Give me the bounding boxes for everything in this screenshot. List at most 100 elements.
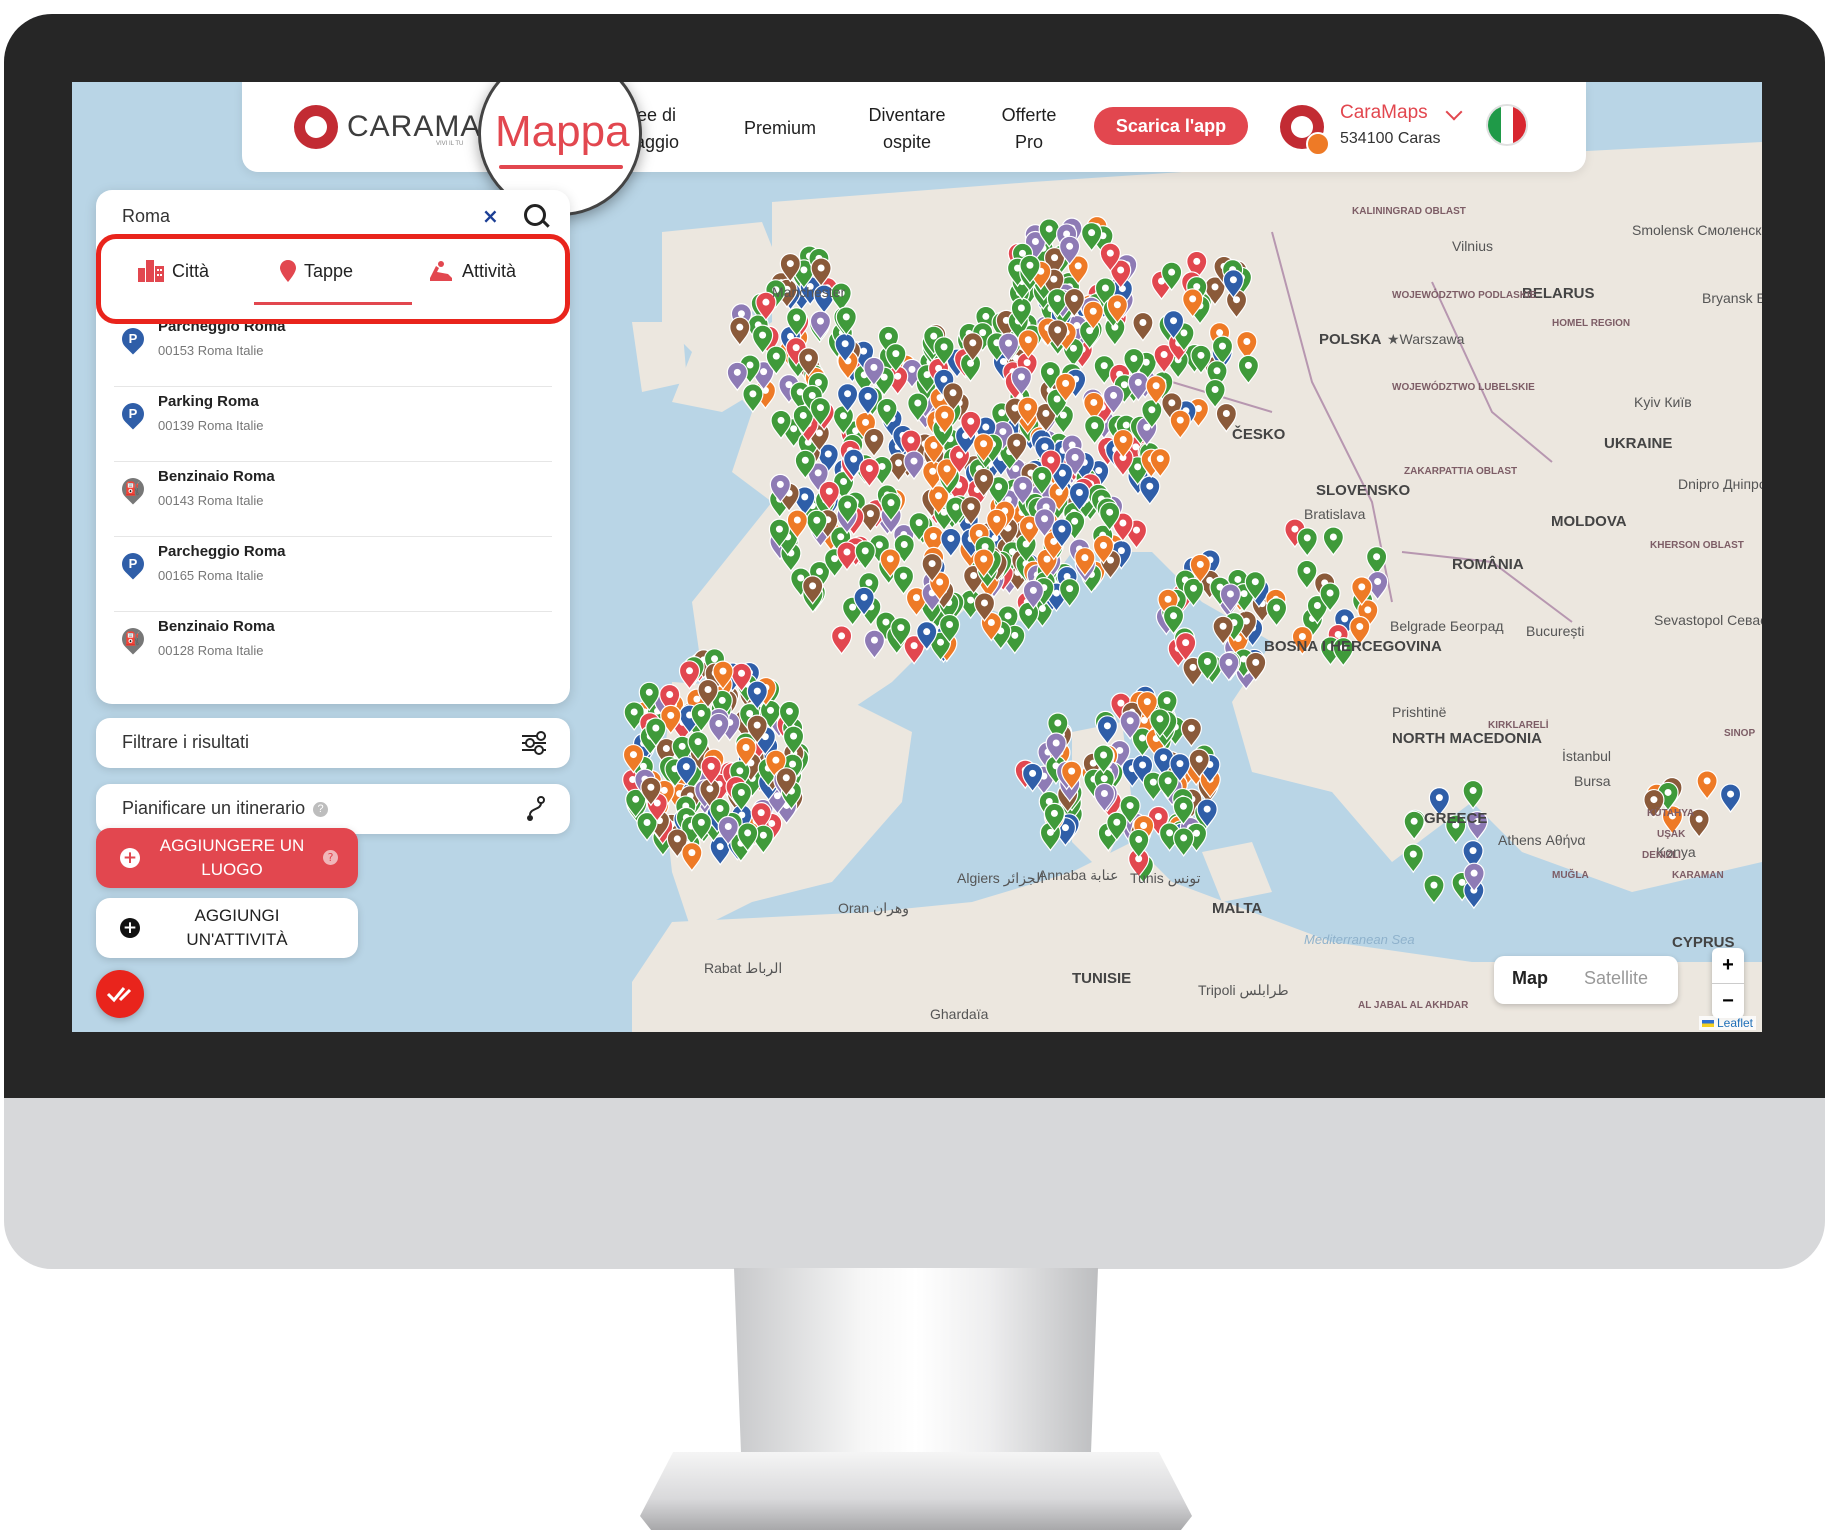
nav-label: Diventare bbox=[868, 105, 946, 125]
help-icon[interactable]: ? bbox=[323, 850, 338, 865]
search-icon[interactable] bbox=[524, 204, 546, 226]
poi-marker-icon[interactable] bbox=[681, 842, 703, 872]
poi-marker-icon[interactable] bbox=[1423, 874, 1445, 905]
plus-icon: + bbox=[120, 918, 140, 938]
poi-marker-icon[interactable] bbox=[1719, 783, 1742, 814]
profile-name[interactable]: CaraMaps bbox=[1340, 102, 1428, 124]
mappa-tab[interactable]: Mappa bbox=[495, 107, 630, 157]
list-item[interactable]: ⛽ Benzinaio Roma 00143 Roma Italie bbox=[114, 462, 552, 537]
nav-pro-offers[interactable]: Offerte Pro bbox=[984, 102, 1074, 156]
poi-marker-icon[interactable] bbox=[1237, 354, 1260, 385]
poi-marker-icon[interactable] bbox=[1204, 378, 1226, 409]
poi-marker-icon[interactable] bbox=[1096, 715, 1118, 745]
poi-marker-icon[interactable] bbox=[1132, 311, 1154, 342]
monitor-stand-neck bbox=[734, 1268, 1098, 1460]
poi-marker-icon[interactable] bbox=[1169, 409, 1191, 440]
map-label: POLSKA bbox=[1319, 331, 1382, 348]
map-label: AL JABAL AL AKHDAR bbox=[1358, 1000, 1469, 1011]
nav-premium[interactable]: Premium bbox=[732, 115, 828, 142]
map-label: Manchester bbox=[772, 284, 846, 300]
poi-marker-icon[interactable] bbox=[1139, 475, 1161, 506]
caramaps-logo[interactable]: CARAMA VIVI IL TU bbox=[294, 105, 481, 149]
map-type-map[interactable]: Map bbox=[1512, 968, 1548, 989]
clear-icon[interactable]: × bbox=[482, 204, 499, 228]
nav-label: ospite bbox=[882, 132, 932, 152]
checklist-fab-button[interactable] bbox=[96, 970, 144, 1018]
list-item[interactable]: P Parcheggio Roma 00165 Roma Italie bbox=[114, 537, 552, 612]
chevron-down-icon[interactable] bbox=[1445, 103, 1463, 121]
poi-marker-icon[interactable] bbox=[940, 527, 962, 558]
download-app-button[interactable]: Scarica l'app bbox=[1094, 107, 1248, 145]
nav-label: Premium bbox=[743, 118, 816, 138]
poi-marker-icon[interactable] bbox=[1296, 559, 1318, 590]
map-label: Bratislava bbox=[1304, 506, 1366, 522]
poi-marker-icon[interactable] bbox=[1218, 651, 1240, 682]
map-label: NORTH MACEDONIA bbox=[1392, 730, 1542, 747]
poi-marker-icon[interactable] bbox=[1402, 843, 1424, 874]
map-label: Smolensk Смоленск bbox=[1632, 222, 1762, 238]
parking-pin-icon: P bbox=[117, 323, 149, 355]
map-label: Prishtinë bbox=[1392, 704, 1447, 720]
zoom-in-button[interactable]: + bbox=[1712, 948, 1744, 984]
list-item[interactable]: ⛽ Benzinaio Roma 00128 Roma Italie bbox=[114, 612, 552, 686]
map-label: Bursa bbox=[1574, 773, 1611, 789]
itinerary-label: Pianificare un itinerario? bbox=[122, 798, 329, 819]
poi-marker-icon[interactable] bbox=[729, 316, 751, 347]
result-title: Benzinaio Roma bbox=[158, 618, 275, 635]
plus-icon: + bbox=[120, 848, 140, 868]
filter-label: Filtrare i risultati bbox=[122, 732, 250, 752]
poi-marker-icon[interactable] bbox=[726, 361, 748, 392]
route-icon bbox=[527, 796, 545, 821]
poi-marker-icon[interactable] bbox=[830, 625, 853, 655]
poi-marker-icon[interactable] bbox=[1173, 827, 1195, 858]
plan-itinerary-button[interactable]: Pianificare un itinerario? bbox=[96, 784, 570, 834]
poi-marker-icon[interactable] bbox=[863, 427, 885, 458]
poi-marker-icon[interactable] bbox=[1322, 526, 1344, 557]
map-label: KIRKLARELİ bbox=[1488, 720, 1549, 731]
result-subtitle: 00165 Roma Italie bbox=[158, 568, 264, 583]
poi-marker-icon[interactable] bbox=[1366, 546, 1388, 576]
map-label: WOJEWÓDZTWO LUBELSKIE bbox=[1392, 382, 1535, 393]
map-label: MUĞLA bbox=[1552, 870, 1589, 881]
map-label: MOLDOVA bbox=[1551, 513, 1627, 530]
italy-flag-icon[interactable] bbox=[1486, 104, 1528, 146]
nav-become-host[interactable]: Diventare ospite bbox=[852, 102, 962, 156]
monitor-stand-foot bbox=[640, 1452, 1192, 1530]
search-results-list: P Parcheggio Roma 00153 Roma Italie P Pa… bbox=[96, 312, 570, 686]
map-label: ZAKARPATTIA OBLAST bbox=[1404, 466, 1518, 477]
result-subtitle: 00153 Roma Italie bbox=[158, 343, 264, 358]
poi-marker-icon[interactable] bbox=[1696, 770, 1718, 800]
poi-marker-icon[interactable] bbox=[1265, 597, 1288, 627]
check-icon bbox=[106, 987, 132, 1003]
poi-marker-icon[interactable] bbox=[1017, 601, 1040, 632]
poi-marker-icon[interactable] bbox=[678, 660, 701, 690]
filter-results-button[interactable]: Filtrare i risultati bbox=[96, 718, 570, 768]
poi-marker-icon[interactable] bbox=[742, 383, 764, 413]
poi-marker-icon[interactable] bbox=[1180, 717, 1202, 748]
map-type-satellite[interactable]: Satellite bbox=[1584, 968, 1648, 989]
attribution-link[interactable]: Leaflet bbox=[1698, 1016, 1756, 1030]
poi-marker-icon[interactable] bbox=[863, 629, 886, 660]
add-activity-button[interactable]: + AGGIUNGI UN'ATTIVITÀ bbox=[96, 898, 358, 958]
poi-marker-icon[interactable] bbox=[1403, 810, 1425, 841]
list-item[interactable]: P Parking Roma 00139 Roma Italie bbox=[114, 387, 552, 462]
map-label: WOJEWÓDZTWO PODLASKIE bbox=[1392, 290, 1537, 301]
sliders-icon bbox=[522, 731, 546, 755]
add-place-button[interactable]: + AGGIUNGERE UN LUOGO ? bbox=[96, 828, 358, 888]
search-input[interactable]: Roma bbox=[122, 206, 170, 227]
poi-marker-icon[interactable] bbox=[854, 540, 876, 570]
result-subtitle: 00128 Roma Italie bbox=[158, 643, 264, 658]
help-icon[interactable]: ? bbox=[313, 801, 329, 817]
map-type-switch: Map Satellite bbox=[1494, 956, 1678, 1004]
map-label: Vilnius bbox=[1452, 238, 1493, 254]
poi-marker-icon[interactable] bbox=[1296, 527, 1318, 557]
zoom-out-button[interactable]: − bbox=[1712, 984, 1744, 1019]
screen: POLSKA ★Warszawa BELARUS UKRAINE MOLDOVA… bbox=[72, 82, 1762, 1032]
profile-badge-icon bbox=[1306, 132, 1330, 156]
result-subtitle: 00143 Roma Italie bbox=[158, 493, 264, 508]
poi-marker-icon[interactable] bbox=[708, 712, 730, 743]
map-label: TUNISIE bbox=[1072, 970, 1132, 987]
poi-marker-icon[interactable] bbox=[858, 457, 881, 488]
poi-marker-icon[interactable] bbox=[1462, 779, 1484, 810]
poi-marker-icon[interactable] bbox=[809, 310, 832, 341]
